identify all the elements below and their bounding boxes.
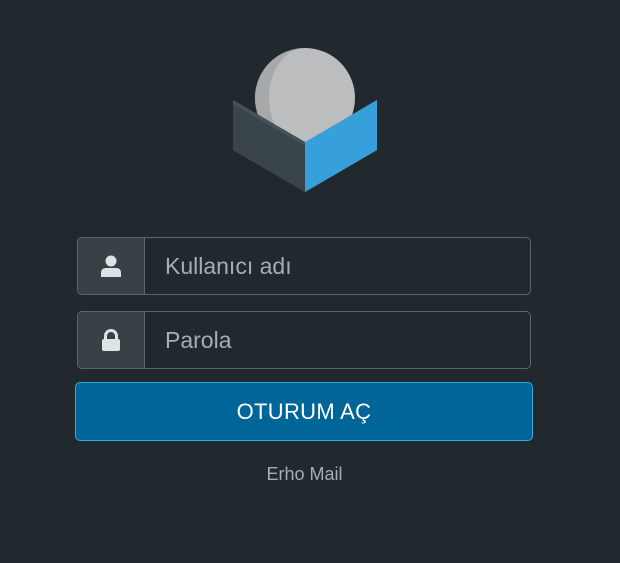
roundcube-logo <box>233 48 377 192</box>
password-icon-box <box>78 312 145 368</box>
username-input[interactable] <box>145 238 530 294</box>
password-input[interactable] <box>145 312 530 368</box>
login-button[interactable]: OTURUM AÇ <box>75 382 533 441</box>
user-icon <box>101 255 121 277</box>
password-field <box>77 311 531 369</box>
lock-icon <box>102 329 120 351</box>
username-field <box>77 237 531 295</box>
username-icon-box <box>78 238 145 294</box>
product-name: Erho Mail <box>266 464 343 484</box>
